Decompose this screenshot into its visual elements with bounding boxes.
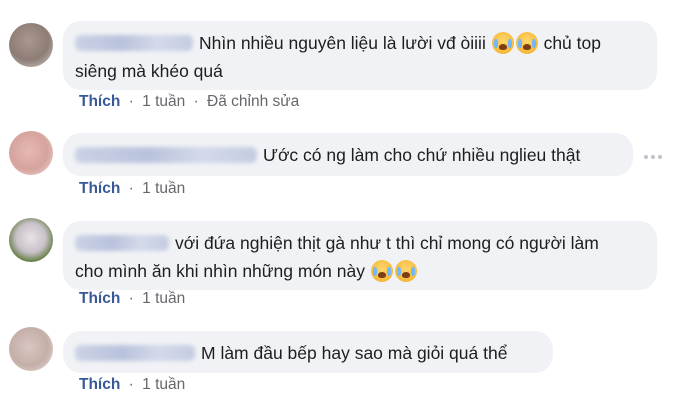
comment-meta: Thích · 1 tuần — [79, 290, 185, 308]
comment-bubble: M làm đầu bếp hay sao mà giỏi quá thể — [63, 331, 553, 373]
separator: · — [193, 93, 199, 110]
comment-text-line1: M làm đầu bếp hay sao mà giỏi quá thể — [201, 343, 508, 363]
like-link[interactable]: Thích — [79, 376, 120, 393]
comment-meta: Thích · 1 tuần — [79, 180, 185, 198]
commenter-name[interactable] — [75, 147, 257, 163]
separator: · — [128, 290, 134, 307]
separator: · — [128, 376, 134, 393]
comment-text-line2: cho mình ăn khi nhìn những món này — [75, 261, 365, 281]
comment-text-line1: Nhìn nhiều nguyên liệu là lười vđ òiiii — [199, 33, 486, 53]
commenter-name[interactable] — [75, 235, 169, 251]
crying-face-emoji — [491, 32, 514, 54]
avatar[interactable] — [9, 23, 53, 67]
timestamp[interactable]: 1 tuần — [142, 93, 185, 110]
commenter-name[interactable] — [75, 345, 195, 361]
separator: · — [128, 93, 134, 110]
comment-meta: Thích · 1 tuần · Đã chỉnh sửa — [79, 93, 299, 111]
commenter-name[interactable] — [75, 35, 193, 51]
comment-bubble: Ước có ng làm cho chứ nhiều nglieu thật — [63, 133, 633, 176]
timestamp[interactable]: 1 tuần — [142, 290, 185, 307]
comment-bubble: Nhìn nhiều nguyên liệu là lười vđ òiiii … — [63, 21, 657, 90]
crying-face-emoji — [515, 32, 538, 54]
like-link[interactable]: Thích — [79, 180, 120, 197]
like-link[interactable]: Thích — [79, 290, 120, 307]
comment-text-line1-tail: chủ top — [543, 33, 601, 53]
timestamp[interactable]: 1 tuần — [142, 376, 185, 393]
comment-bubble: với đứa nghiện thịt gà như t thì chỉ mon… — [63, 221, 657, 290]
separator: · — [128, 180, 134, 197]
comment-text-line1: Ước có ng làm cho chứ nhiều nglieu thật — [263, 145, 581, 165]
like-link[interactable]: Thích — [79, 93, 120, 110]
crying-face-emoji — [370, 260, 393, 282]
timestamp[interactable]: 1 tuần — [142, 180, 185, 197]
more-options-icon[interactable] — [644, 152, 666, 162]
comment-meta: Thích · 1 tuần — [79, 376, 185, 394]
comment-text-line1: với đứa nghiện thịt gà như t thì chỉ mon… — [175, 233, 599, 253]
crying-face-emoji — [394, 260, 417, 282]
edited-label[interactable]: Đã chỉnh sửa — [207, 93, 299, 110]
comment-text-line2: siêng mà khéo quá — [75, 61, 223, 81]
avatar[interactable] — [9, 218, 53, 262]
avatar[interactable] — [9, 327, 53, 371]
avatar[interactable] — [9, 131, 53, 175]
